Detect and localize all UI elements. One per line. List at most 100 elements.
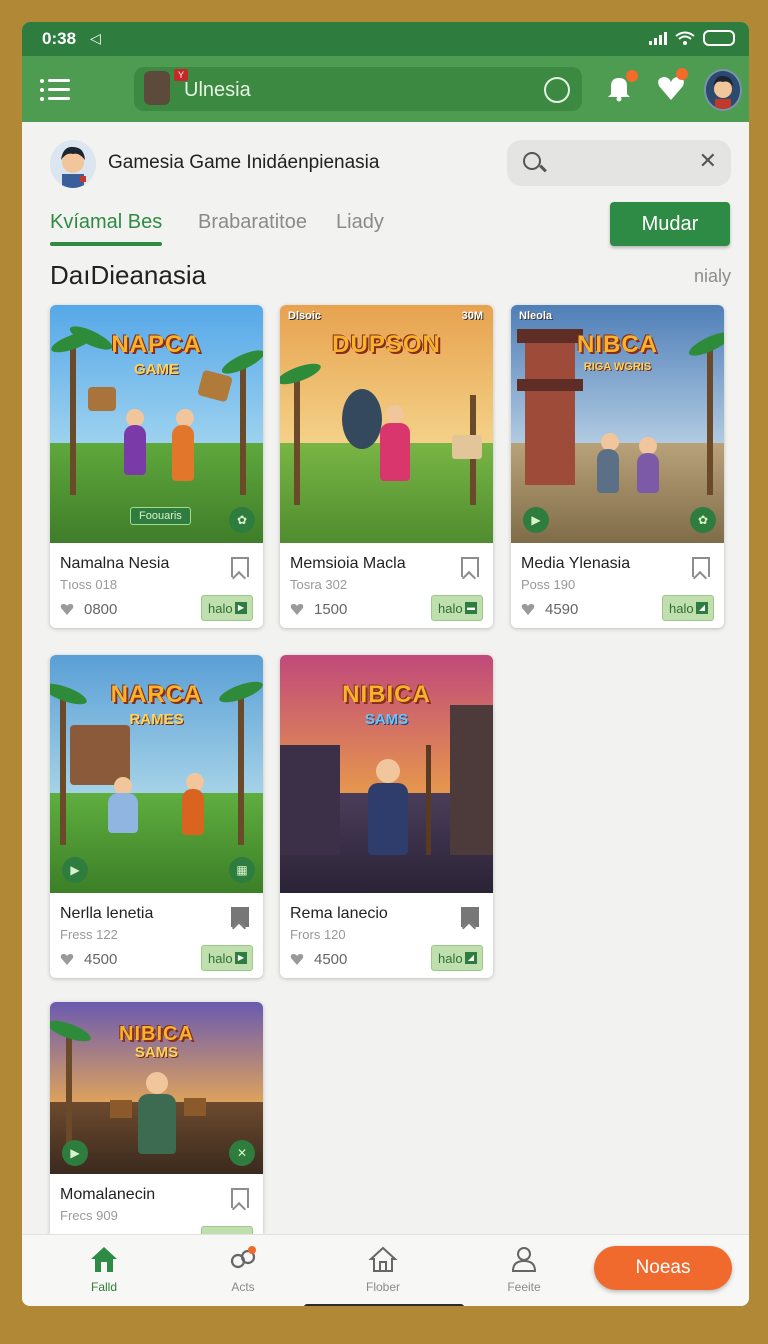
play-chip[interactable]: halo ◢: [662, 595, 714, 621]
section-link[interactable]: nialy: [694, 266, 731, 287]
card-subtitle: Tıoss 018: [60, 577, 118, 592]
bell-badge: [626, 70, 638, 82]
heart-icon: [60, 954, 74, 965]
page-title: Gamesia Game Inidáenpienasia: [108, 152, 380, 173]
heart-icon: [60, 604, 74, 615]
play-chip[interactable]: halo ▬: [431, 595, 483, 621]
game-thumbnail: Nleola NIBCA RIGA WGRIS ▶ ✿: [511, 305, 724, 543]
favorites-badge: [676, 68, 688, 80]
bookmark-icon[interactable]: [461, 907, 479, 927]
game-logo: NARCA: [110, 681, 203, 708]
search-avatar: [144, 71, 170, 105]
card-subtitle: Fress 122: [60, 927, 118, 942]
share-icon[interactable]: ✕: [229, 1140, 255, 1166]
bookmark-icon[interactable]: [231, 907, 249, 927]
app-search-bar[interactable]: Y Ulnesia: [134, 67, 582, 111]
mudar-button[interactable]: Mudar: [610, 202, 730, 246]
game-thumbnail: Dlsoic 30M DUPSON: [280, 305, 493, 543]
card-subtitle: Frors 120: [290, 927, 346, 942]
menu-icon[interactable]: [40, 76, 70, 102]
thumbnail-caption: Foouaris: [130, 507, 191, 525]
play-icon: ▶: [235, 952, 247, 964]
action-icon[interactable]: ✿: [690, 507, 716, 533]
card-title: Momalanecin: [60, 1186, 156, 1203]
game-card[interactable]: NIBICA SAMS ▶ ✕ Momalanecin Frecs 909: [50, 1002, 263, 1234]
status-bar: 0:38 ◁: [22, 22, 749, 56]
status-time: 0:38: [42, 29, 77, 48]
game-thumbnail: NIBICA SAMS: [280, 655, 493, 893]
home-indicator: [304, 1304, 464, 1306]
thumbnail-corner-label: 30M: [461, 310, 483, 322]
close-icon[interactable]: ✕: [699, 150, 717, 172]
signal-icon: [649, 31, 667, 45]
thumbnail-corner-label: Nleola: [519, 310, 553, 322]
gamepad-icon[interactable]: ▦: [229, 857, 255, 883]
active-tab-indicator: [50, 242, 162, 246]
game-logo-subtitle: SAMS: [364, 711, 409, 728]
heart-icon: [290, 954, 304, 965]
game-card[interactable]: Dlsoic 30M DUPSON Memsioia Macla Tosra 3…: [280, 305, 493, 628]
tab-liady[interactable]: Liady: [336, 211, 384, 234]
game-thumbnail: NIBICA SAMS ▶ ✕: [50, 1002, 263, 1174]
game-logo: NIBCA: [577, 331, 658, 358]
play-icon[interactable]: ▶: [62, 857, 88, 883]
nav-item-falld[interactable]: Falld: [64, 1245, 144, 1294]
game-thumbnail: NAPCA GAME Foouaris ✿: [50, 305, 263, 543]
game-card[interactable]: NARCA RAMES ▶ ▦ Nerlla lenetia Fress 122…: [50, 655, 263, 978]
activity-icon: [230, 1246, 256, 1269]
nav-item-flober[interactable]: Flober: [343, 1245, 423, 1294]
heart-icon: [521, 604, 535, 615]
section-title: DaıDieanasia: [50, 260, 207, 290]
game-thumbnail: NARCA RAMES ▶ ▦: [50, 655, 263, 893]
bookmark-icon[interactable]: [231, 557, 249, 577]
play-chip[interactable]: [201, 1226, 253, 1234]
action-icon[interactable]: ✿: [229, 507, 255, 533]
card-subtitle: Tosra 302: [290, 577, 348, 592]
search-icon: [523, 152, 541, 170]
bookmark-icon[interactable]: [461, 557, 479, 577]
tab-kviamal-bes[interactable]: Kvíamal Bes: [50, 211, 162, 234]
house-outline-icon: [368, 1246, 398, 1272]
game-card[interactable]: NAPCA GAME Foouaris ✿ Namalna Nesia Tıos…: [50, 305, 263, 628]
game-card[interactable]: NIBICA SAMS Rema lanecio Frors 120 4500 …: [280, 655, 493, 978]
play-chip[interactable]: halo ▶: [201, 595, 253, 621]
card-likes: 0800: [84, 601, 118, 618]
card-title: Media Ylenasia: [521, 555, 631, 572]
phone-screen: 0:38 ◁ Y Ulnesia Gamesia Game Inidáenpie…: [22, 22, 749, 1306]
play-icon: ▬: [465, 602, 477, 614]
nav-item-acts[interactable]: Acts: [203, 1245, 283, 1294]
play-icon: ▶: [235, 602, 247, 614]
bookmark-icon[interactable]: [231, 1188, 249, 1208]
bookmark-icon[interactable]: [692, 557, 710, 577]
timer-icon[interactable]: [544, 77, 570, 103]
tab-brabaratitoe[interactable]: Brabaratitoe: [198, 211, 307, 234]
profile-avatar[interactable]: [50, 140, 96, 188]
noeas-button[interactable]: Noeas: [594, 1246, 732, 1290]
play-icon[interactable]: ▶: [523, 507, 549, 533]
home-icon: [91, 1247, 117, 1272]
navigation-arrow-icon: ◁: [90, 30, 101, 46]
battery-icon: [703, 30, 735, 46]
card-likes: 4500: [314, 951, 348, 968]
play-chip[interactable]: halo ◢: [431, 945, 483, 971]
nav-item-feeite[interactable]: Feeite: [484, 1245, 564, 1294]
game-logo: DUPSON: [332, 331, 441, 358]
user-avatar[interactable]: [704, 69, 742, 111]
game-logo-subtitle: RAMES: [129, 711, 184, 728]
app-search-text: Ulnesia: [184, 79, 251, 101]
game-card[interactable]: Nleola NIBCA RIGA WGRIS ▶ ✿ Media Ylenas…: [511, 305, 724, 628]
play-chip[interactable]: halo ▶: [201, 945, 253, 971]
search-input[interactable]: ✕: [507, 140, 731, 186]
game-logo: NIBICA: [119, 1023, 194, 1045]
card-title: Nerlla lenetia: [60, 905, 154, 922]
card-title: Memsioia Macla: [290, 555, 406, 572]
heart-icon: [290, 604, 304, 615]
wifi-icon: [675, 31, 695, 45]
card-title: Namalna Nesia: [60, 555, 170, 572]
card-likes: 4500: [84, 951, 118, 968]
profile-icon: [511, 1247, 537, 1272]
card-subtitle: Frecs 909: [60, 1208, 118, 1223]
app-bar: Y Ulnesia: [22, 56, 749, 122]
play-icon[interactable]: ▶: [62, 1140, 88, 1166]
game-logo: NAPCA: [111, 331, 202, 358]
